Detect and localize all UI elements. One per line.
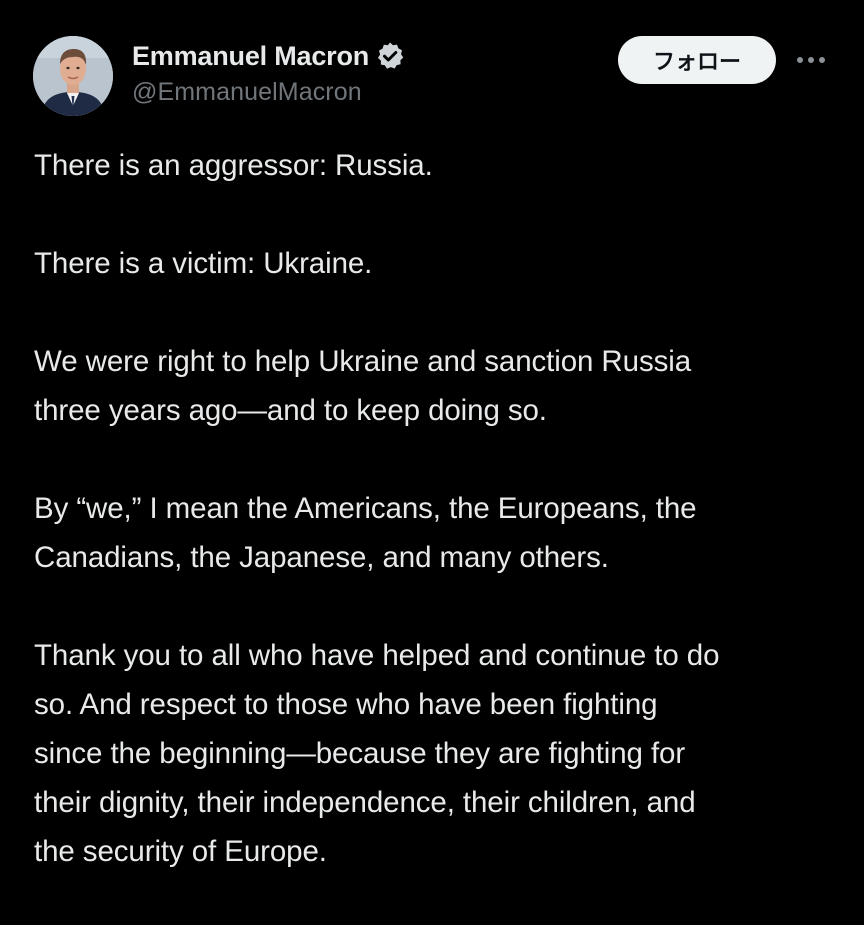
post-text-line: so. And respect to those who have been f… <box>34 688 658 721</box>
post-text: There is an aggressor: Russia. There is … <box>34 141 834 925</box>
author-display-name[interactable]: Emmanuel Macron <box>132 41 369 72</box>
post-text-line: Thank you to all who have helped and con… <box>34 639 720 672</box>
author-avatar[interactable] <box>33 36 113 116</box>
post-text-line: since the beginning—because they are fig… <box>34 737 686 770</box>
post-text-line: three years ago—and to keep doing so. <box>34 394 547 427</box>
follow-button[interactable]: フォロー <box>618 36 776 84</box>
post-text-line: Canadians, the Japanese, and many others… <box>34 541 609 574</box>
post-paragraph: We were right to help Ukraine and sancti… <box>34 337 834 435</box>
post-paragraph: Thank you to all who have helped and con… <box>34 631 834 876</box>
more-dots-icon[interactable] <box>794 46 828 74</box>
post-text-line: By “we,” I mean the Americans, the Europ… <box>34 492 697 525</box>
post-paragraph: There is a victim: Ukraine. <box>34 239 834 288</box>
author-info: Emmanuel Macron @EmmanuelMacron <box>132 38 405 107</box>
author-name-row: Emmanuel Macron <box>132 38 405 74</box>
post-text-line: their dignity, their independence, their… <box>34 786 696 819</box>
verified-badge-icon[interactable] <box>375 41 405 71</box>
post-text-line: the security of Europe. <box>34 835 327 868</box>
post-paragraph: There is an aggressor: Russia. <box>34 141 834 190</box>
author-handle[interactable]: @EmmanuelMacron <box>132 78 405 107</box>
post-card: Emmanuel Macron @EmmanuelMacron フォロー The… <box>0 0 864 882</box>
post-text-line: There is a victim: Ukraine. <box>34 247 373 280</box>
post-text-line: We were right to help Ukraine and sancti… <box>34 345 692 378</box>
avatar-photo <box>33 36 113 116</box>
post-paragraph: By “we,” I mean the Americans, the Europ… <box>34 484 834 582</box>
post-text-line: There is an aggressor: Russia. <box>34 149 433 182</box>
